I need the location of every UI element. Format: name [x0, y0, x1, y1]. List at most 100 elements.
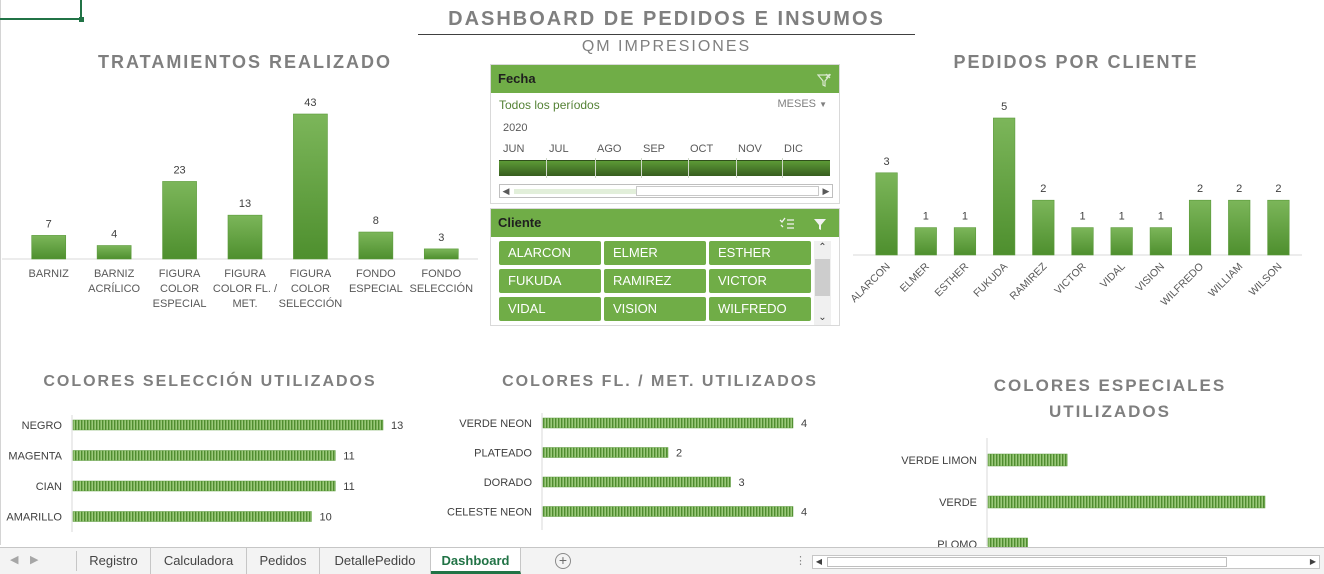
tick-label: VERDE: [939, 497, 977, 509]
tick-label: FUKUDA: [971, 261, 1010, 300]
multiselect-icon[interactable]: [779, 209, 795, 237]
timeline-header-label: Fecha: [498, 71, 536, 86]
timeline-scrollbar[interactable]: ◀ ▶: [499, 184, 833, 198]
sheet-tab-pedidos[interactable]: Pedidos: [247, 548, 320, 574]
clear-filter-icon[interactable]: [816, 65, 832, 93]
tick-label: CELESTE NEON: [447, 507, 532, 519]
tick-label: VICTOR: [1052, 260, 1089, 297]
client-option-ramirez[interactable]: RAMIREZ: [604, 269, 706, 293]
client-slicer-header-label: Cliente: [498, 215, 542, 230]
data-label: 23: [173, 164, 185, 176]
timeline-scroll-track: [514, 189, 636, 194]
data-label: 10: [319, 512, 331, 524]
client-scroll-thumb[interactable]: [815, 259, 830, 296]
tick-label: NEGRO: [22, 420, 63, 432]
timeline-month: JUN: [503, 143, 525, 155]
client-option-vision[interactable]: VISION: [604, 297, 706, 321]
data-label: 2: [1197, 183, 1203, 195]
timeline-tick: [736, 158, 737, 178]
sheet-tab-detallepedido[interactable]: DetallePedido: [320, 548, 431, 574]
tick-label: FONDO: [421, 268, 461, 280]
bar: [953, 227, 977, 256]
bar: [162, 181, 197, 260]
scroll-left-icon[interactable]: ◀: [500, 185, 512, 197]
data-label: 11: [343, 481, 354, 493]
bar: [542, 476, 731, 488]
sheet-tab-dashboard[interactable]: Dashboard: [431, 548, 521, 574]
client-option-alarcon[interactable]: ALARCON: [499, 241, 601, 265]
timeline-month: AGO: [597, 143, 622, 155]
tick-label: MET.: [232, 298, 257, 310]
client-slicer-scrollbar[interactable]: ⌃ ⌄: [814, 241, 831, 325]
timeline-unit-dropdown[interactable]: MESES ▼: [778, 98, 828, 110]
timeline-all-periods: Todos los períodos: [499, 98, 600, 112]
tick-label: BARNIZ: [94, 268, 135, 280]
tab-next-icon[interactable]: ▶: [30, 553, 38, 566]
timeline-header: Fecha: [491, 65, 839, 93]
scroll-left-icon[interactable]: ◀: [813, 556, 825, 568]
tick-label: FIGURA: [224, 268, 266, 280]
client-option-esther[interactable]: ESTHER: [709, 241, 811, 265]
data-label: 2: [1040, 183, 1046, 195]
client-option-fukuda[interactable]: FUKUDA: [499, 269, 601, 293]
data-label: 8: [373, 215, 379, 227]
bar: [423, 248, 459, 260]
data-label: 2: [676, 448, 682, 460]
filter-icon[interactable]: [813, 209, 827, 237]
sheet-tab-calculadora[interactable]: Calculadora: [151, 548, 247, 574]
bar: [1071, 227, 1094, 256]
scroll-up-icon[interactable]: ⌃: [814, 241, 831, 255]
bar: [1267, 199, 1290, 256]
scroll-down-icon[interactable]: ⌄: [814, 311, 831, 325]
bar: [358, 231, 394, 260]
chevron-down-icon: ▼: [819, 100, 827, 109]
excel-window: DASHBOARD DE PEDIDOS E INSUMOS QM IMPRES…: [0, 0, 1324, 574]
timeline-slicer[interactable]: Fecha Todos los períodos MESES ▼ 2020 JU…: [490, 64, 840, 204]
sheet-tab-registro[interactable]: Registro: [77, 548, 151, 574]
bar: [72, 419, 384, 431]
tick-label: PLATEADO: [474, 448, 532, 460]
client-option-victor[interactable]: VICTOR: [709, 269, 811, 293]
timeline-tick: [641, 158, 642, 178]
client-option-wilfredo[interactable]: WILFREDO: [709, 297, 811, 321]
bar: [227, 214, 263, 260]
tick-label: FIGURA: [159, 268, 201, 280]
client-option-vidal[interactable]: VIDAL: [499, 297, 601, 321]
data-label: 4: [801, 507, 807, 519]
bar: [1032, 199, 1055, 256]
client-slicer[interactable]: Cliente ALARCON ELMER ESTHER FUKUDA RAMIREZ V…: [490, 208, 840, 326]
bar: [875, 172, 898, 256]
data-label: 4: [111, 229, 117, 241]
client-option-elmer[interactable]: ELMER: [604, 241, 706, 265]
scroll-right-icon[interactable]: ▶: [820, 185, 832, 197]
tick-label: RAMIREZ: [1008, 260, 1050, 302]
timeline-month: OCT: [690, 143, 714, 155]
timeline-month: SEP: [643, 143, 666, 155]
horizontal-scrollbar[interactable]: ◀ ▶: [812, 555, 1320, 569]
scroll-right-icon[interactable]: ▶: [1307, 556, 1319, 568]
data-label: 43: [304, 97, 316, 109]
timeline-tick: [546, 158, 547, 178]
data-label: 2: [1275, 183, 1281, 195]
timeline-year: 2020: [503, 122, 528, 134]
tick-label: DORADO: [484, 477, 533, 489]
timeline-scroll-thumb[interactable]: [636, 186, 819, 196]
bar: [293, 113, 328, 260]
more-options-icon[interactable]: ⋮: [795, 554, 807, 567]
tab-prev-icon[interactable]: ◀: [10, 553, 18, 566]
tick-label: COLOR: [291, 283, 330, 295]
bar: [1149, 227, 1172, 256]
data-label: 1: [1119, 211, 1125, 223]
horizontal-scroll-thumb[interactable]: [827, 557, 1227, 567]
timeline-tick: [688, 158, 689, 178]
bar: [987, 495, 1266, 509]
timeline-range-bar[interactable]: [499, 160, 830, 176]
bar: [987, 453, 1068, 467]
data-label: 2: [1236, 183, 1242, 195]
bar: [914, 227, 937, 256]
add-sheet-icon[interactable]: +: [555, 553, 571, 569]
data-label: 7: [46, 218, 52, 230]
tick-label: ESPECIAL: [153, 298, 207, 310]
data-label: 4: [801, 418, 807, 430]
tick-label: VERDE LIMON: [901, 455, 977, 467]
